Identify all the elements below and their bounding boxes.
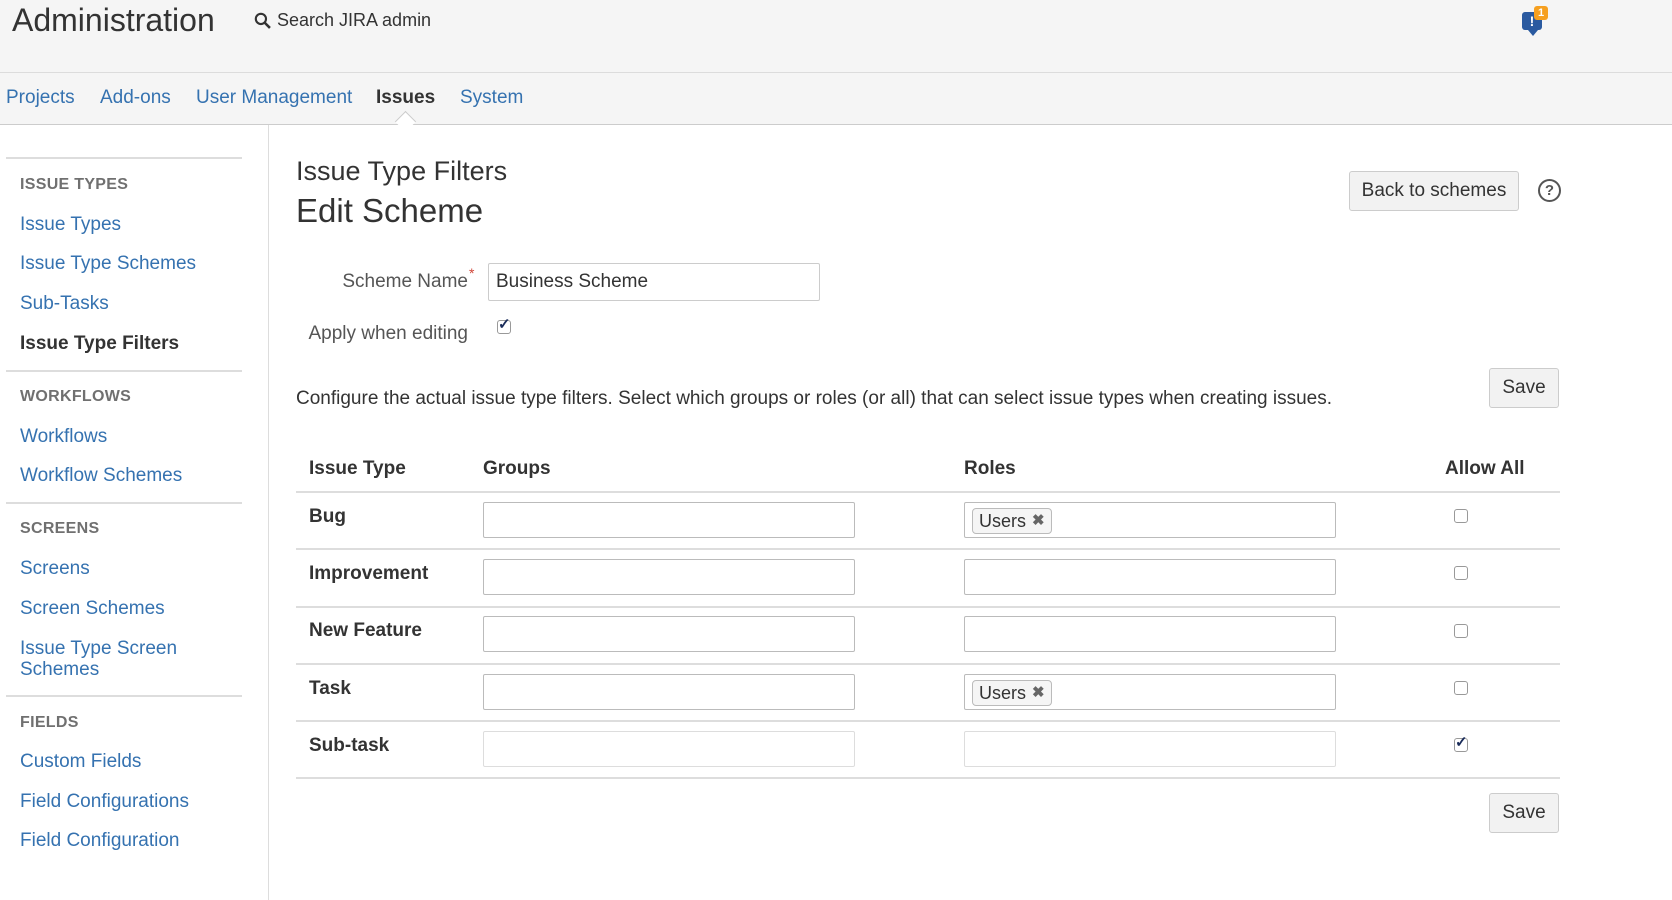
required-marker: *	[469, 265, 475, 281]
tab-add-ons[interactable]: Add-ons	[100, 87, 171, 109]
table-divider	[296, 720, 1560, 722]
table-divider	[296, 777, 1560, 779]
search-label: Search JIRA admin	[277, 10, 432, 30]
row-issue-type-bug: Bug	[309, 506, 346, 527]
sidebar-heading-screens: SCREENS	[20, 520, 100, 537]
sidebar-item-sub-tasks[interactable]: Sub-Tasks	[20, 293, 109, 314]
roles-picker-task[interactable]: Users ✖	[964, 674, 1336, 710]
sidebar-item-field-configurations[interactable]: Field Configurations	[20, 791, 189, 812]
page-subtitle: Issue Type Filters	[296, 156, 508, 186]
sidebar-divider	[6, 695, 242, 697]
sidebar-item-issue-type-schemes[interactable]: Issue Type Schemes	[20, 253, 196, 274]
feedback-icon[interactable]: ! 1	[1522, 6, 1548, 36]
roles-picker-new-feature[interactable]	[964, 616, 1336, 652]
roles-picker-sub-task[interactable]	[964, 731, 1336, 767]
roles-picker-bug[interactable]: Users ✖	[964, 502, 1336, 538]
groups-picker-improvement[interactable]	[483, 559, 855, 595]
apply-when-editing-checkbox[interactable]	[497, 315, 511, 334]
role-tag: Users ✖	[972, 508, 1052, 534]
row-issue-type-task: Task	[309, 678, 351, 699]
groups-picker-bug[interactable]	[483, 502, 855, 538]
column-header-allow-all: Allow All	[1445, 458, 1525, 479]
page-title: Edit Scheme	[296, 192, 484, 229]
row-issue-type-new-feature: New Feature	[309, 620, 422, 641]
allow-all-checkbox-new-feature[interactable]	[1454, 624, 1468, 638]
save-button-bottom[interactable]: Save	[1489, 793, 1559, 833]
sidebar-heading-workflows: WORKFLOWS	[20, 388, 132, 405]
table-divider	[296, 663, 1560, 665]
row-issue-type-improvement: Improvement	[309, 563, 429, 584]
roles-picker-improvement[interactable]	[964, 559, 1336, 595]
allow-all-checkbox-task[interactable]	[1454, 681, 1468, 695]
sidebar-item-issue-type-filters[interactable]: Issue Type Filters	[20, 333, 179, 354]
scheme-name-label: Scheme Name	[342, 271, 468, 292]
sidebar-divider	[6, 370, 242, 372]
app-title: Administration	[12, 2, 215, 38]
table-divider	[296, 491, 1560, 493]
sidebar-item-screens[interactable]: Screens	[20, 558, 90, 579]
search-icon	[254, 12, 271, 29]
groups-picker-new-feature[interactable]	[483, 616, 855, 652]
role-tag-label: Users	[979, 683, 1027, 703]
notification-count: 1	[1534, 6, 1548, 20]
allow-all-checkbox-bug[interactable]	[1454, 509, 1468, 523]
allow-all-checkbox-improvement[interactable]	[1454, 566, 1468, 580]
admin-nav: Projects Add-ons User Management Issues …	[0, 73, 1672, 125]
sidebar: ISSUE TYPES Issue Types Issue Type Schem…	[0, 125, 269, 900]
tab-issues[interactable]: Issues	[376, 87, 435, 109]
row-issue-type-sub-task: Sub-task	[309, 735, 390, 756]
filter-description: Configure the actual issue type filters.…	[296, 388, 1333, 409]
tab-system[interactable]: System	[460, 87, 523, 109]
role-tag: Users ✖	[972, 680, 1052, 706]
sidebar-item-workflow-schemes[interactable]: Workflow Schemes	[20, 465, 182, 486]
back-to-schemes-button[interactable]: Back to schemes	[1349, 171, 1519, 211]
sidebar-item-issue-type-screen-schemes[interactable]: Issue Type Screen Schemes	[20, 638, 220, 680]
allow-all-checkbox-sub-task[interactable]	[1454, 733, 1468, 752]
tab-projects[interactable]: Projects	[6, 87, 75, 109]
table-divider	[296, 548, 1560, 550]
groups-picker-sub-task[interactable]	[483, 731, 855, 767]
apply-when-editing-label: Apply when editing	[308, 323, 469, 344]
top-header: Administration Search JIRA admin ! 1	[0, 0, 1672, 73]
sidebar-divider	[6, 157, 242, 159]
groups-picker-task[interactable]	[483, 674, 855, 710]
sidebar-heading-fields: FIELDS	[20, 714, 79, 731]
table-divider	[296, 606, 1560, 608]
sidebar-item-issue-types[interactable]: Issue Types	[20, 214, 121, 235]
sidebar-heading-issue-types: ISSUE TYPES	[20, 176, 129, 193]
column-header-issue-type: Issue Type	[309, 458, 406, 479]
search-admin[interactable]: Search JIRA admin	[254, 10, 431, 31]
close-icon[interactable]: ✖	[1032, 680, 1045, 706]
sidebar-item-field-configuration[interactable]: Field Configuration	[20, 830, 179, 851]
help-icon[interactable]: ?	[1538, 179, 1561, 202]
role-tag-label: Users	[979, 511, 1027, 531]
sidebar-item-custom-fields[interactable]: Custom Fields	[20, 751, 141, 772]
save-button-top[interactable]: Save	[1489, 368, 1559, 408]
close-icon[interactable]: ✖	[1032, 508, 1045, 534]
tab-user-management[interactable]: User Management	[196, 87, 352, 109]
sidebar-item-workflows[interactable]: Workflows	[20, 426, 107, 447]
scheme-name-input[interactable]	[488, 263, 820, 301]
column-header-roles: Roles	[964, 458, 1016, 479]
sidebar-divider	[6, 502, 242, 504]
sidebar-item-screen-schemes[interactable]: Screen Schemes	[20, 598, 165, 619]
column-header-groups: Groups	[483, 458, 551, 479]
